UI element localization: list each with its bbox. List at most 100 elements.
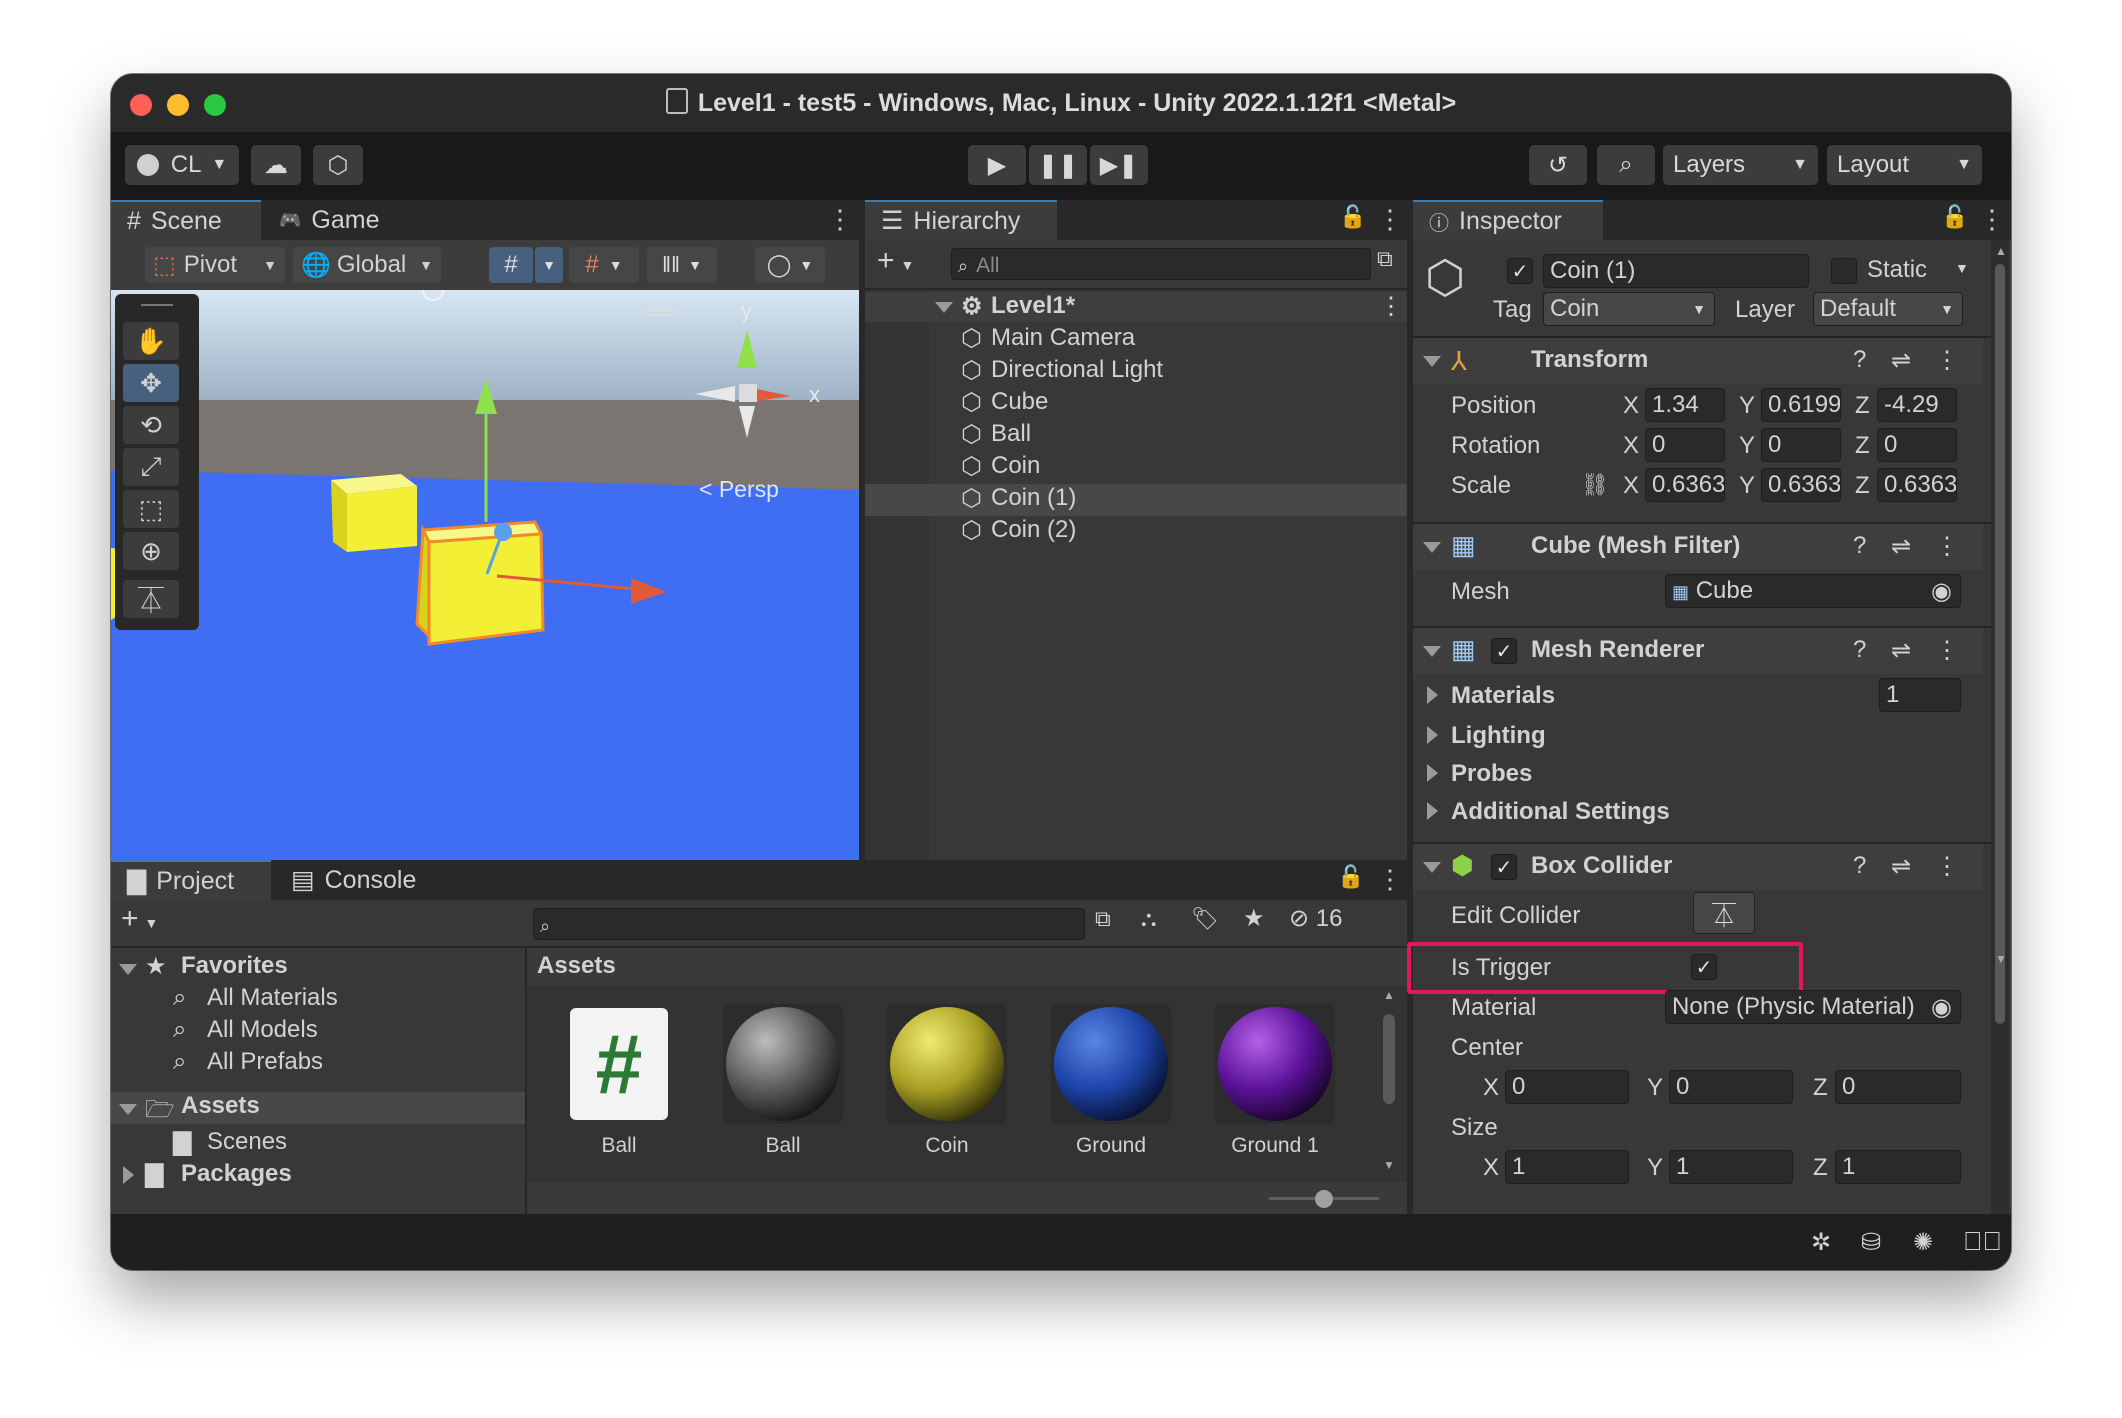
help-icon[interactable]: ? bbox=[1853, 346, 1866, 374]
favorites-label[interactable]: Favorites bbox=[181, 952, 288, 980]
additional-settings-foldout[interactable]: Additional Settings bbox=[1451, 798, 1670, 826]
scroll-down-icon[interactable]: ▼ bbox=[1995, 952, 2007, 966]
lighting-foldout[interactable]: Lighting bbox=[1451, 722, 1546, 750]
scroll-thumb[interactable] bbox=[1383, 1014, 1395, 1104]
scroll-thumb[interactable] bbox=[1995, 264, 2005, 1024]
mesh-object-field[interactable]: ▦ Cube ◉ bbox=[1665, 574, 1961, 608]
box-collider-header[interactable]: ⬢ ✓ Box Collider ? ⇌ ⋮ bbox=[1413, 844, 1983, 890]
inspector-more-icon[interactable]: ⋮ bbox=[1979, 204, 2005, 235]
foldout-arrow-icon[interactable] bbox=[119, 964, 137, 975]
scale-tool-button[interactable]: ⤢ bbox=[123, 448, 179, 486]
foldout-arrow-icon[interactable] bbox=[123, 1166, 134, 1184]
cache-server-icon[interactable]: ⛁ bbox=[1861, 1228, 1881, 1257]
help-icon[interactable]: ? bbox=[1853, 852, 1866, 880]
foldout-arrow-icon[interactable] bbox=[1423, 356, 1441, 367]
mesh-filter-header[interactable]: ▦ Cube (Mesh Filter) ? ⇌ ⋮ bbox=[1413, 524, 1983, 570]
asset-item[interactable]: Ground 1 bbox=[1213, 1004, 1337, 1158]
tab-game[interactable]: 🎮 Game bbox=[263, 200, 403, 240]
search-mode-icon[interactable]: ⧉ bbox=[1377, 246, 1393, 272]
position-z-field[interactable]: -4.29 bbox=[1877, 388, 1957, 422]
presets-icon[interactable]: ⇌ bbox=[1891, 636, 1911, 665]
component-more-icon[interactable]: ⋮ bbox=[1935, 532, 1959, 561]
presets-icon[interactable]: ⇌ bbox=[1891, 532, 1911, 561]
assets-folder-row[interactable]: 🗁 Assets bbox=[111, 1092, 525, 1124]
filter-by-label-icon[interactable]: 🏷 bbox=[1191, 906, 1219, 932]
static-dropdown[interactable]: ▼ bbox=[1955, 260, 1969, 276]
size-z-field[interactable]: 1 bbox=[1835, 1150, 1961, 1184]
center-z-field[interactable]: 0 bbox=[1835, 1070, 1961, 1104]
hierarchy-item[interactable]: ⬡ Coin bbox=[865, 452, 1407, 484]
increment-snap-button[interactable]: # ▼ bbox=[569, 247, 639, 283]
hierarchy-item[interactable]: ⬡ Ball bbox=[865, 420, 1407, 452]
materials-count-field[interactable]: 1 bbox=[1879, 678, 1961, 712]
hierarchy-row-root[interactable]: ⚙ Level1* ⋮ bbox=[865, 292, 1407, 322]
scroll-down-icon[interactable]: ▼ bbox=[1383, 1158, 1395, 1172]
object-picker-icon[interactable]: ◉ bbox=[1931, 577, 1952, 606]
asset-breadcrumb[interactable]: Assets bbox=[537, 952, 616, 980]
persp-label[interactable]: < Persp bbox=[699, 476, 779, 503]
hierarchy-more-icon[interactable]: ⋮ bbox=[1377, 204, 1403, 235]
foldout-arrow-icon[interactable] bbox=[1427, 686, 1438, 704]
step-button[interactable]: ▶❚ bbox=[1090, 145, 1148, 185]
hierarchy-item[interactable]: ⬡ Coin (2) bbox=[865, 516, 1407, 548]
foldout-arrow-icon[interactable] bbox=[1427, 726, 1438, 744]
pause-button[interactable]: ❚❚ bbox=[1029, 145, 1087, 185]
tag-dropdown[interactable]: Coin ▼ bbox=[1543, 292, 1715, 326]
hidden-packages-toggle[interactable]: ⊘ 16 bbox=[1289, 904, 1342, 933]
scroll-up-icon[interactable]: ▲ bbox=[1383, 988, 1395, 1002]
hierarchy-item[interactable]: ⬡ Main Camera bbox=[865, 324, 1407, 356]
rotation-z-field[interactable]: 0 bbox=[1877, 428, 1957, 462]
inspector-lock-icon[interactable]: 🔓 bbox=[1941, 204, 1968, 230]
hierarchy-lock-icon[interactable]: 🔓 bbox=[1339, 204, 1366, 230]
asset-item[interactable]: Ball bbox=[721, 1004, 845, 1158]
foldout-arrow-icon[interactable] bbox=[1423, 542, 1441, 553]
size-x-field[interactable]: 1 bbox=[1505, 1150, 1629, 1184]
asset-item[interactable]: Ground bbox=[1049, 1004, 1173, 1158]
expand-arrow-icon[interactable] bbox=[935, 302, 953, 313]
transform-header[interactable]: ⅄ Transform ? ⇌ ⋮ bbox=[1413, 338, 1983, 384]
edit-collider-button[interactable]: ⏄ bbox=[1693, 892, 1755, 934]
history-button[interactable]: ↺ bbox=[1529, 145, 1587, 185]
scale-y-field[interactable]: 0.6363 bbox=[1761, 468, 1841, 502]
icon-size-slider-thumb[interactable] bbox=[1315, 1190, 1333, 1208]
presets-icon[interactable]: ⇌ bbox=[1891, 852, 1911, 881]
tab-inspector[interactable]: ⓘ Inspector bbox=[1413, 200, 1603, 240]
account-dropdown[interactable]: CL ▼ bbox=[125, 145, 239, 185]
hierarchy-item[interactable]: ⬡ Cube bbox=[865, 388, 1407, 420]
scale-link-icon[interactable]: ⛓ bbox=[1581, 472, 1609, 498]
project-lock-icon[interactable]: 🔓 bbox=[1337, 864, 1364, 890]
pivot-dropdown[interactable]: ⬚ Pivot ▼ bbox=[145, 247, 285, 283]
tab-hierarchy[interactable]: ☰ Hierarchy bbox=[865, 200, 1057, 240]
position-x-field[interactable]: 1.34 bbox=[1645, 388, 1725, 422]
size-y-field[interactable]: 1 bbox=[1669, 1150, 1793, 1184]
transform-tool-button[interactable]: ⊕ bbox=[123, 532, 179, 570]
scene-more-icon[interactable]: ⋮ bbox=[1379, 292, 1403, 321]
scroll-up-icon[interactable]: ▲ bbox=[1995, 244, 2007, 258]
play-button[interactable]: ▶ bbox=[968, 145, 1026, 185]
active-checkbox[interactable]: ✓ bbox=[1507, 258, 1533, 284]
debug-icon[interactable]: ✲ bbox=[1811, 1228, 1831, 1257]
position-y-field[interactable]: 0.6199 bbox=[1761, 388, 1841, 422]
scene-viewport[interactable]: y x < Persp ✋ ✥ ⟲ ⤢ ⬚ ⊕ ⏄ bbox=[111, 290, 859, 860]
hand-tool-button[interactable]: ✋ bbox=[123, 322, 179, 360]
presets-icon[interactable]: ⇌ bbox=[1891, 346, 1911, 375]
hierarchy-item-selected[interactable]: ⬡ Coin (1) bbox=[865, 484, 1407, 516]
favorite-item[interactable]: All Prefabs bbox=[207, 1048, 323, 1076]
rotate-tool-button[interactable]: ⟲ bbox=[123, 406, 179, 444]
custom-tool-button[interactable]: ⏄ bbox=[123, 580, 179, 618]
favorite-star-icon[interactable]: ★ bbox=[1243, 904, 1265, 933]
hierarchy-add-button[interactable]: + ▼ bbox=[877, 244, 914, 278]
scenes-folder[interactable]: Scenes bbox=[207, 1128, 287, 1156]
move-tool-button[interactable]: ✥ bbox=[123, 364, 179, 402]
probes-foldout[interactable]: Probes bbox=[1451, 760, 1532, 788]
object-name-field[interactable]: Coin (1) bbox=[1543, 254, 1809, 288]
favorite-item[interactable]: All Materials bbox=[207, 984, 338, 1012]
asset-item[interactable]: # Ball bbox=[557, 1004, 681, 1158]
rect-tool-button[interactable]: ⬚ bbox=[123, 490, 179, 528]
asset-scrollbar[interactable]: ▲ ▼ bbox=[1377, 988, 1401, 1178]
progress-check-icon[interactable]: ✓⃝ bbox=[1963, 1226, 2002, 1257]
component-more-icon[interactable]: ⋮ bbox=[1935, 636, 1959, 665]
collab-button[interactable]: ⬡ bbox=[313, 145, 363, 185]
tab-project[interactable]: ▇ Project bbox=[111, 860, 271, 900]
cloud-button[interactable]: ☁ bbox=[251, 145, 301, 185]
